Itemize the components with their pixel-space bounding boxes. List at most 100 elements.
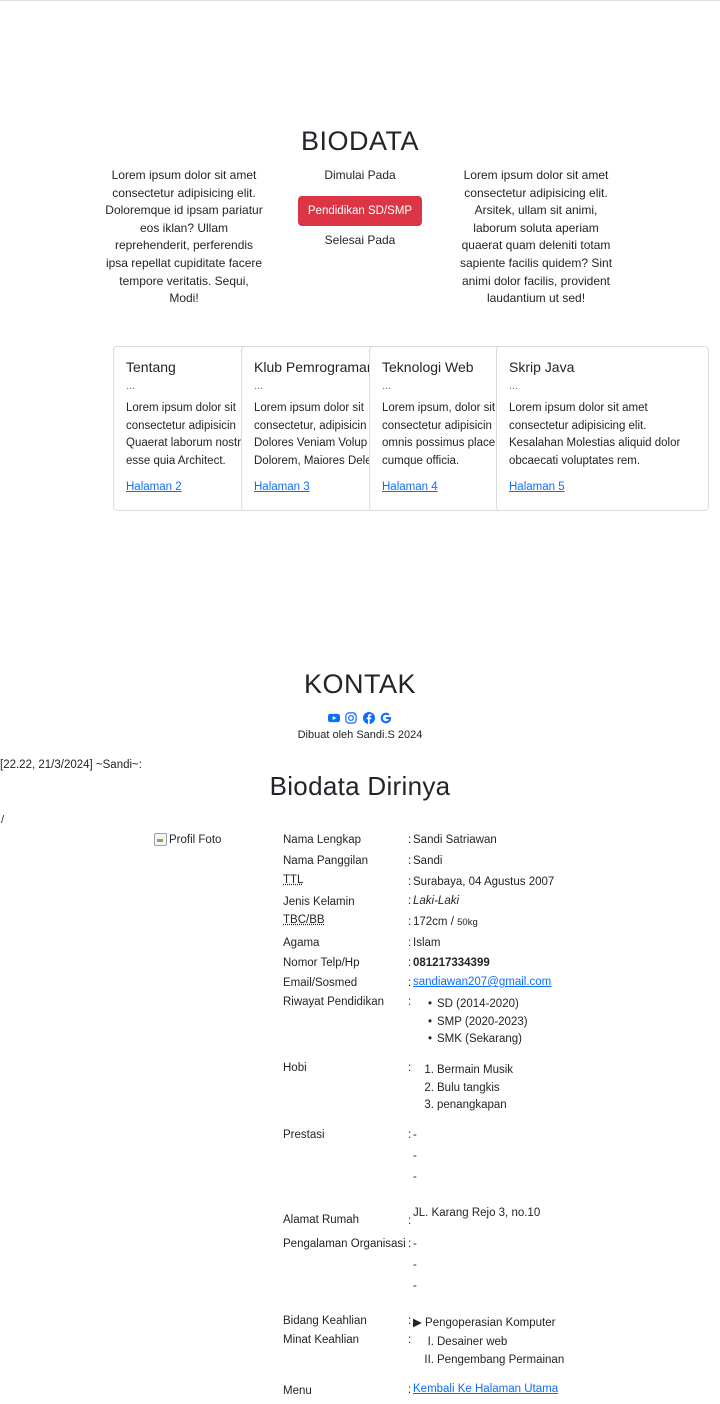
card-text-line: omnis possimus place — [382, 437, 496, 450]
field-label: Nama Lengkap — [283, 834, 361, 846]
facebook-icon[interactable] — [362, 712, 375, 727]
card-text-line: cumque officia. — [382, 454, 460, 467]
list-item: SD (2014-2020) — [414, 996, 614, 1014]
prestasi-value: - — [413, 1129, 417, 1141]
card-text-line: Kesalahan Molestias aliquid dolor — [509, 437, 681, 450]
email-wrap: sandiawan207@gmail.com — [413, 976, 613, 988]
card-text-line: esse quia Architect. — [126, 454, 226, 467]
field-value: I. Desainer web II. Pengembang Permainan — [414, 1334, 614, 1369]
card-title: Skrip Java — [509, 359, 575, 375]
field-value: Laki-Laki — [413, 895, 460, 907]
field-value: - - - — [413, 1238, 613, 1292]
card-text-line: Lorem ipsum dolor sit amet — [509, 402, 648, 414]
weight-value: 50kg — [457, 917, 478, 928]
list-text: Desainer web — [437, 1336, 508, 1348]
top-divider — [0, 0, 720, 1]
list-text: Pengembang Permainan — [437, 1353, 565, 1366]
organisasi-value: - — [413, 1280, 417, 1292]
menu-wrap: Kembali Ke Halaman Utama — [413, 1383, 613, 1395]
organisasi-value: - — [413, 1238, 417, 1250]
list-item: SMP (2020-2023) — [414, 1014, 614, 1032]
field-value: JL. Karang Rejo 3, no.10 — [413, 1207, 541, 1219]
field-label: Nama Panggilan — [283, 855, 369, 867]
list-item: 3. penangkapan — [414, 1097, 614, 1115]
field-value: 081217334399 — [413, 957, 490, 969]
youtube-icon[interactable] — [327, 712, 340, 727]
education-list: SD (2014-2020) SMP (2020-2023) SMK (Seka… — [414, 996, 614, 1049]
card-title: Klub Pemrograman — [254, 359, 375, 375]
field-label-wrap: TBC/BB — [283, 914, 407, 926]
field-value: 172cm / 50kg — [413, 916, 613, 928]
education-timeline: Dimulai Pada Pendidikan SD/SMP Selesai P… — [290, 167, 430, 249]
card-subtitle: ... — [126, 380, 136, 392]
card-text-line: Dolorem, Maiores Dele — [254, 454, 372, 467]
list-marker: I. — [427, 1336, 434, 1348]
card-text-line: Lorem ipsum dolor sit — [126, 402, 236, 414]
biodata-heading: BIODATA — [300, 126, 419, 156]
list-item: 1. Bermain Musik — [414, 1062, 614, 1080]
height-value: 172cm / — [413, 916, 454, 928]
biodata-right-paragraph: Lorem ipsum dolor sit amet consectetur a… — [459, 168, 613, 306]
card-text-line: Dolores Veniam Volup — [254, 437, 368, 450]
field-label: Minat Keahlian — [283, 1334, 360, 1346]
prestasi-value: - — [413, 1171, 417, 1183]
prestasi-value: - — [413, 1150, 417, 1162]
card-text: Lorem ipsum dolor sit consectetur, adipi… — [254, 400, 380, 470]
field-value: - - - — [413, 1129, 613, 1183]
card-link-halaman-4[interactable]: Halaman 4 — [382, 481, 508, 493]
field-value: Sandi — [413, 855, 443, 867]
card-klub-pemrograman: Klub Pemrograman ... Lorem ipsum dolor s… — [241, 346, 381, 511]
list-text: Bulu tangkis — [437, 1081, 500, 1094]
organisasi-value: - — [413, 1259, 417, 1271]
card-text-line: Quaerat laborum nostr — [126, 437, 242, 450]
email-link[interactable]: sandiawan207@gmail.com — [413, 976, 551, 988]
education-button[interactable]: Pendidikan SD/SMP — [297, 196, 423, 226]
back-home-link[interactable]: Kembali Ke Halaman Utama — [413, 1383, 558, 1395]
field-label: Nomor Telp/Hp — [283, 957, 360, 969]
field-label: Bidang Keahlian — [283, 1315, 367, 1327]
card-link-halaman-3[interactable]: Halaman 3 — [254, 481, 380, 493]
broken-image-icon — [154, 833, 167, 846]
list-item: SMK (Sekarang) — [414, 1031, 614, 1049]
card-text-line: Lorem ipsum dolor sit — [254, 402, 364, 414]
card-link-halaman-2[interactable]: Halaman 2 — [126, 481, 252, 493]
biodata-left-paragraph: Lorem ipsum dolor sit amet consectetur a… — [105, 168, 263, 306]
list-text: penangkapan — [437, 1099, 507, 1112]
social-icons — [0, 712, 720, 727]
card-link-halaman-5[interactable]: Halaman 5 — [509, 481, 699, 493]
field-label: Email/Sosmed — [283, 977, 358, 989]
card-text-line: consectetur adipisicing elit. — [509, 419, 647, 432]
hobby-list: 1. Bermain Musik 2. Bulu tangkis 3. penangk… — [414, 1062, 614, 1115]
card-text: Lorem ipsum dolor sit amet consectetur a… — [509, 400, 699, 470]
credit-text: Dibuat oleh Sandi.S 2024 — [297, 729, 423, 741]
card-subtitle: ... — [382, 380, 392, 392]
google-icon[interactable] — [380, 712, 392, 727]
card-title: Teknologi Web — [382, 359, 474, 375]
field-label-wrap: TTL — [283, 874, 407, 886]
field-value: Islam — [413, 937, 441, 949]
field-value: Sandi Satriawan — [413, 834, 497, 846]
list-item: I. Desainer web — [414, 1334, 614, 1352]
field-value: 1. Bermain Musik 2. Bulu tangkis 3. penangk… — [414, 1062, 614, 1115]
card-text-line: consectetur adipisicin — [382, 419, 492, 432]
field-label: Jenis Kelamin — [283, 896, 355, 908]
card-tentang: Tentang ... Lorem ipsum dolor sit consec… — [113, 346, 253, 511]
card-text-line: Lorem ipsum, dolor sit — [382, 402, 496, 414]
list-text: Bermain Musik — [437, 1064, 514, 1076]
kontak-heading: KONTAK — [303, 669, 416, 699]
card-title: Tentang — [126, 359, 176, 375]
minat-list: I. Desainer web II. Pengembang Permainan — [414, 1334, 614, 1369]
list-item: 2. Bulu tangkis — [414, 1080, 614, 1098]
profile-heading: Biodata Dirinya — [269, 771, 451, 801]
card-subtitle: ... — [254, 380, 264, 392]
list-item: II. Pengembang Permainan — [414, 1352, 614, 1370]
card-text-line: consectetur, adipisicin — [254, 419, 367, 432]
card-skrip-java: Skrip Java ... Lorem ipsum dolor sit ame… — [496, 346, 709, 511]
instagram-icon[interactable] — [345, 712, 358, 727]
end-label: Selesai Pada — [324, 233, 396, 247]
expand-toggle[interactable]: ▶ Pengoperasian Komputer — [413, 1315, 613, 1329]
field-label: Agama — [283, 937, 320, 949]
card-text: Lorem ipsum dolor sit consectetur adipis… — [126, 400, 252, 470]
field-value: Surabaya, 04 Agustus 2007 — [413, 876, 555, 888]
chat-line: [22.22, 21/3/2024] ~Sandi~: — [0, 759, 142, 771]
